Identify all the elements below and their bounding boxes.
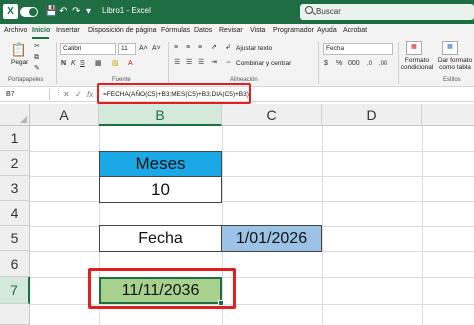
ribbon-separator xyxy=(318,42,319,84)
autosave-toggle[interactable] xyxy=(20,7,38,17)
title-bar: X 💾 ↶ ↷ ▾ Libro1 - Excel Buscar xyxy=(0,0,474,24)
row-header-7[interactable]: 7 xyxy=(0,277,30,304)
align-top-icon[interactable]: ≡ xyxy=(174,43,178,53)
merge-center-button[interactable]: Combinar y centrar xyxy=(236,60,291,67)
row-header-8[interactable] xyxy=(0,304,30,325)
search-input[interactable]: Buscar xyxy=(300,4,474,20)
ribbon-separator xyxy=(168,42,169,84)
fill-color-icon[interactable]: ▨ xyxy=(112,59,119,69)
conditional-format-icon[interactable]: ▦ xyxy=(406,41,422,55)
row-header-2[interactable]: 2 xyxy=(0,151,30,176)
font-name-select[interactable]: Calibri xyxy=(60,43,116,55)
thousands-icon[interactable]: 000 xyxy=(348,59,360,69)
decrease-font-icon[interactable]: A˅ xyxy=(152,44,161,54)
tab-inicio[interactable]: Inicio xyxy=(32,27,50,34)
increase-font-icon[interactable]: A˄ xyxy=(139,44,148,54)
cut-icon[interactable]: ✂ xyxy=(34,42,40,52)
merge-center-icon[interactable]: ⇔ xyxy=(225,58,232,68)
underline-button[interactable]: S xyxy=(80,59,85,69)
formula-highlight-box xyxy=(97,83,251,104)
row-header-6[interactable]: 6 xyxy=(0,251,30,277)
result-highlight-box xyxy=(88,268,236,309)
font-size-select[interactable]: 11 xyxy=(118,43,136,55)
conditional-format-button[interactable]: Formato condicional xyxy=(399,57,435,71)
formula-bar-dots-icon: ⋮ xyxy=(55,90,62,97)
row-header-1[interactable]: 1 xyxy=(0,126,30,151)
excel-logo-icon: X xyxy=(3,4,18,19)
tab-acrobat[interactable]: Acrobat xyxy=(343,27,367,34)
currency-icon[interactable]: $ xyxy=(324,59,328,69)
customize-toolbar-icon[interactable]: ▾ xyxy=(86,5,91,19)
row-header-5[interactable]: 5 xyxy=(0,226,30,251)
clipboard-group-label: Portapapeles xyxy=(8,77,44,83)
tab-programador[interactable]: Programador xyxy=(273,27,314,34)
format-table-button[interactable]: Dar formato como tabla xyxy=(436,57,474,71)
copy-icon[interactable]: ⧉ xyxy=(34,53,39,63)
align-bottom-icon[interactable]: ≡ xyxy=(198,43,202,53)
number-format-select[interactable]: Fecha xyxy=(323,43,393,55)
ribbon-tabs: Archivo Inicio Insertar Disposición de p… xyxy=(0,24,474,39)
column-header-c[interactable]: C xyxy=(222,104,322,126)
decrease-decimal-icon[interactable]: ,00 xyxy=(379,59,387,69)
column-header-e[interactable] xyxy=(422,104,474,126)
tab-vista[interactable]: Vista xyxy=(250,27,265,34)
grid-line xyxy=(30,201,474,202)
align-center-icon[interactable]: ☰ xyxy=(186,58,192,68)
insert-function-button[interactable]: fx xyxy=(87,89,93,100)
format-table-icon[interactable]: ▦ xyxy=(442,41,458,55)
align-left-icon[interactable]: ☰ xyxy=(174,58,180,68)
wrap-text-button[interactable]: Ajustar texto xyxy=(236,45,272,52)
tab-insertar[interactable]: Insertar xyxy=(56,27,80,34)
cell-b5-fecha-label[interactable]: Fecha xyxy=(99,225,222,252)
paste-clipboard-icon[interactable]: 📋 xyxy=(9,41,29,59)
ribbon-home: 📋 Pegar ✂ ⧉ ✎ Portapapeles Calibri 11 A˄… xyxy=(0,39,474,87)
cell-b2-meses-header[interactable]: Meses xyxy=(99,151,222,177)
column-header-b[interactable]: B xyxy=(99,104,222,126)
tab-revisar[interactable]: Revisar xyxy=(219,27,243,34)
font-color-icon[interactable]: A xyxy=(128,59,133,69)
italic-button[interactable]: K xyxy=(71,59,76,69)
align-right-icon[interactable]: ☰ xyxy=(198,58,204,68)
select-all-button[interactable] xyxy=(0,104,30,126)
percent-icon[interactable]: % xyxy=(336,59,342,69)
document-title: Libro1 - Excel xyxy=(102,6,151,15)
styles-group-label: Estilos xyxy=(443,77,461,83)
tab-formulas[interactable]: Fórmulas xyxy=(161,27,190,34)
save-icon[interactable]: 💾 xyxy=(45,5,57,19)
redo-icon[interactable]: ↷ xyxy=(72,5,80,19)
bold-button[interactable]: N xyxy=(61,59,66,69)
indent-icon[interactable]: ⇥ xyxy=(211,58,217,68)
undo-icon[interactable]: ↶ xyxy=(59,5,67,19)
borders-icon[interactable]: ▦ xyxy=(95,59,102,69)
tab-disposicion[interactable]: Disposición de página xyxy=(88,27,157,34)
align-middle-icon[interactable]: ≡ xyxy=(186,43,190,53)
excel-window: X 💾 ↶ ↷ ▾ Libro1 - Excel Buscar Archivo … xyxy=(0,0,474,325)
tab-ayuda[interactable]: Ayuda xyxy=(317,27,337,34)
grid-line xyxy=(30,151,474,152)
grid-line xyxy=(30,176,474,177)
orientation-icon[interactable]: ⇗ xyxy=(211,43,217,53)
row-header-4[interactable]: 4 xyxy=(0,201,30,226)
cell-c5-start-date[interactable]: 1/01/2026 xyxy=(221,225,322,252)
increase-decimal-icon[interactable]: ,0 xyxy=(367,59,372,69)
column-header-a[interactable]: A xyxy=(30,104,99,126)
ribbon-separator xyxy=(56,42,57,84)
row-header-3[interactable]: 3 xyxy=(0,176,30,201)
column-header-d[interactable]: D xyxy=(322,104,422,126)
search-icon xyxy=(305,6,313,14)
tab-archivo[interactable]: Archivo xyxy=(4,27,27,34)
cancel-entry-button[interactable]: ✕ xyxy=(63,89,70,100)
format-painter-icon[interactable]: ✎ xyxy=(34,64,40,74)
wrap-text-icon[interactable]: ↲ xyxy=(225,43,231,53)
cell-b3-months-value[interactable]: 10 xyxy=(99,176,222,203)
paste-button[interactable]: Pegar xyxy=(11,59,28,66)
confirm-entry-button[interactable]: ✓ xyxy=(75,89,82,100)
tab-datos[interactable]: Datos xyxy=(194,27,212,34)
name-box[interactable]: B7 xyxy=(4,89,50,100)
